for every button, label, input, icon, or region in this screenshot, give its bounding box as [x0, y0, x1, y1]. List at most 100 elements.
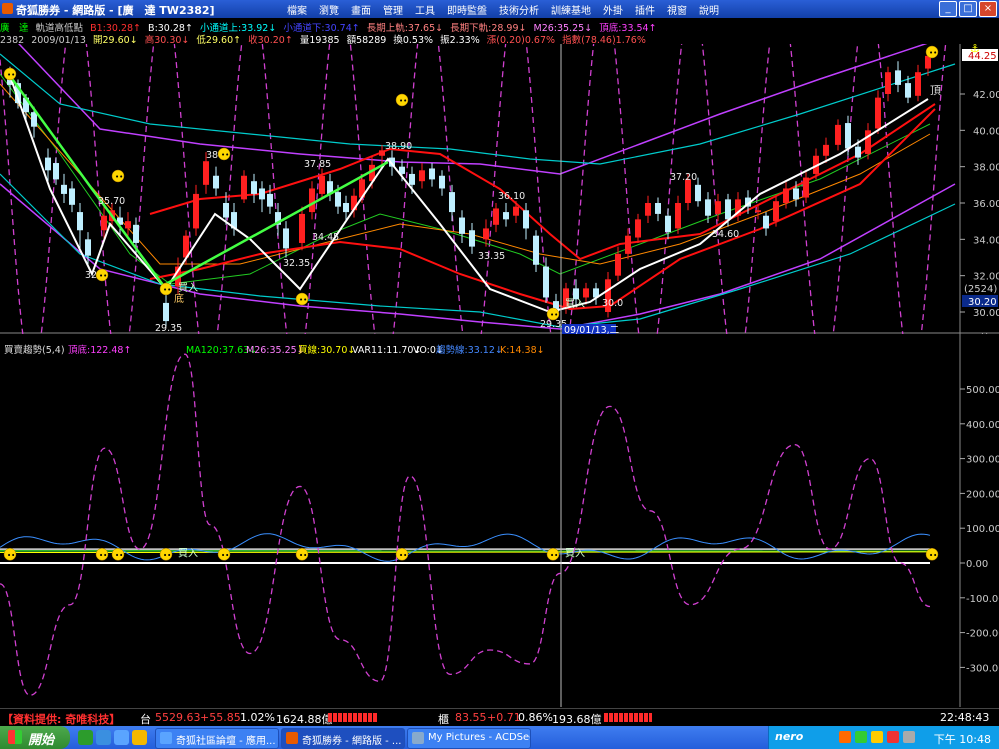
quicklaunch-browser-icon[interactable]: [114, 730, 129, 745]
candle: [533, 230, 539, 273]
candle: [763, 212, 769, 236]
menu-monitor[interactable]: 即時監盤: [442, 0, 492, 18]
smiley-icon: ••: [217, 147, 231, 161]
smiley-icon: ••: [925, 45, 939, 59]
candle-body: [309, 188, 315, 213]
candle-body: [223, 203, 229, 218]
quicklaunch-folder-icon[interactable]: [132, 730, 147, 745]
task-forum[interactable]: 奇狐社區論壇 - 應用...: [155, 728, 279, 749]
smiley-eyes: ••: [929, 551, 937, 559]
candle-body: [319, 175, 325, 194]
taskbar-clock: 下午 10:48: [933, 733, 991, 746]
twse-value: 5529.63: [155, 711, 201, 724]
y-tick-label: 34.00: [973, 235, 999, 246]
quicklaunch-ie-icon[interactable]: [78, 730, 93, 745]
quote-info-row: 2382 2009/01/13 開29.60↓ 高30.30↓ 低29.60↑ …: [0, 32, 650, 46]
otc-change: +0.71: [487, 711, 521, 724]
twse-strength-bar: [328, 713, 378, 722]
candle: [915, 64, 921, 102]
smiley-eyes: ••: [399, 97, 407, 105]
lower-y-tick-label: -300.00: [966, 663, 999, 674]
candle-body: [755, 210, 761, 213]
title-bar: 奇狐勝券 - 網路版 - [廣 達 TW2382] 檔案 瀏覽 畫面 管理 工具…: [0, 0, 999, 18]
y-tick-label: 38.00: [973, 163, 999, 174]
candle-body: [133, 224, 139, 243]
price-annotation: 38: [206, 150, 218, 161]
candle-body: [635, 219, 641, 238]
lower-y-tick-label: 500.00: [966, 385, 999, 396]
candle: [635, 213, 641, 243]
candle-body: [299, 213, 305, 243]
indicator-header-item: 頂底:122.48↑: [68, 344, 131, 356]
candle-body: [583, 288, 589, 298]
task-forum-label: 奇狐社區論壇 - 應用...: [176, 736, 276, 747]
tray-network-icon[interactable]: [855, 731, 867, 743]
buy-label: 買入: [565, 548, 585, 560]
candle-body: [615, 253, 621, 276]
otc-value: 83.55: [455, 711, 487, 724]
smiley-eyes: ••: [115, 551, 123, 559]
menu-browse[interactable]: 瀏覽: [314, 0, 344, 18]
candle: [523, 203, 529, 240]
indicator-chart[interactable]: 買賣趨勢(5,4) 頂底:122.48↑ MA120:37.63↓M26:35.25…: [0, 332, 999, 707]
candle: [503, 203, 509, 227]
smiley-icon: ••: [3, 67, 17, 81]
bottom-label: 底: [174, 292, 184, 305]
candle: [605, 272, 611, 318]
candle: [875, 90, 881, 134]
minimize-button[interactable]: _: [939, 1, 957, 17]
price-chart[interactable]: 42.0040.0038.0036.0034.0032.0030.0044.25…: [0, 44, 999, 334]
menu-window[interactable]: 視窗: [662, 0, 692, 18]
tray-security-icon[interactable]: [887, 731, 899, 743]
price-annotation: 38.90: [385, 141, 412, 152]
candle-body: [343, 203, 349, 213]
candle-body: [335, 192, 341, 207]
quicklaunch-download-icon[interactable]: [96, 730, 111, 745]
candle-body: [213, 175, 219, 189]
price-annotation: 35.70: [98, 196, 125, 207]
otc-pct: 0.86%: [518, 711, 553, 724]
candle-body: [85, 239, 91, 256]
candle-body: [885, 72, 891, 94]
task-acdsee[interactable]: My Pictures - ACDSee...: [407, 728, 531, 749]
menu-view[interactable]: 畫面: [346, 0, 376, 18]
smiley-icon: ••: [95, 268, 109, 282]
price-annotation: 36.10: [498, 191, 525, 202]
tray-volume-icon[interactable]: [903, 731, 915, 743]
smiley-eyes: ••: [550, 551, 558, 559]
taskbar: 開始 奇狐社區論壇 - 應用... 奇狐勝券 - 網路版 - ... My Pi…: [0, 726, 999, 749]
smiley-icon: ••: [159, 282, 173, 296]
candle-body: [695, 184, 701, 202]
menu-tools[interactable]: 工具: [410, 0, 440, 18]
task-qihu[interactable]: 奇狐勝券 - 網路版 - ...: [281, 728, 405, 749]
menu-addon[interactable]: 插件: [630, 0, 660, 18]
lower-y-tick-label: -200.00: [966, 629, 999, 640]
trend-line-blue: [0, 533, 931, 562]
candle: [327, 173, 333, 202]
menu-help[interactable]: 說明: [694, 0, 724, 18]
menu-analysis[interactable]: 技術分析: [494, 0, 544, 18]
menu-file[interactable]: 檔案: [282, 0, 312, 18]
tray-app-icon[interactable]: [839, 731, 851, 743]
menu-manage[interactable]: 管理: [378, 0, 408, 18]
menu-plugin[interactable]: 外掛: [598, 0, 628, 18]
menu-training[interactable]: 訓練基地: [546, 0, 596, 18]
smiley-icon: ••: [395, 548, 409, 561]
start-button[interactable]: 開始: [0, 726, 70, 749]
candle: [439, 170, 445, 196]
tray-ime-icon[interactable]: [871, 731, 883, 743]
lower-y-tick-label: -100.00: [966, 594, 999, 605]
candle-body: [493, 208, 499, 225]
restore-button[interactable]: □: [959, 1, 977, 17]
menu-bar: 檔案 瀏覽 畫面 管理 工具 即時監盤 技術分析 訓練基地 外掛 插件 視窗 說…: [282, 0, 724, 18]
candle: [865, 123, 871, 160]
candle-body: [865, 130, 871, 154]
nero-search[interactable]: nero: [775, 730, 803, 743]
price-annotation: 32.35: [283, 258, 310, 269]
buy-label: 買入: [178, 282, 198, 294]
buy-line: [0, 551, 931, 554]
smiley-eyes: ••: [929, 49, 937, 57]
close-button[interactable]: ×: [979, 1, 997, 17]
candle: [655, 197, 661, 222]
candle-body: [259, 188, 265, 200]
